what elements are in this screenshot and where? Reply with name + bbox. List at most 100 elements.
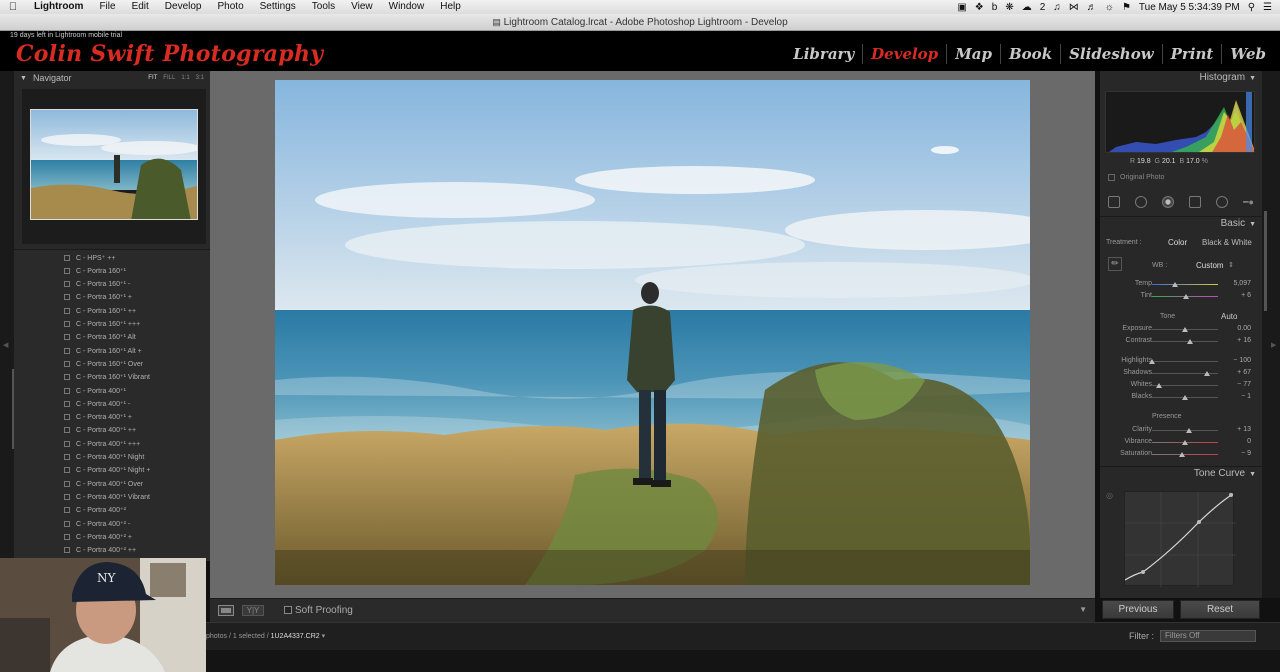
graduated-filter-tool-icon[interactable] <box>1189 196 1202 208</box>
menu-settings[interactable]: Settings <box>252 0 304 14</box>
module-print[interactable]: Print <box>1161 44 1222 64</box>
preset-item[interactable]: C - Portra 400⁺¹ Vibrant <box>64 490 150 503</box>
slider-handle-temp[interactable] <box>1172 282 1179 287</box>
basic-header[interactable]: Basic ▼ <box>1100 216 1262 230</box>
camera-icon[interactable]: ▣ <box>957 2 966 13</box>
menu-window[interactable]: Window <box>381 0 433 14</box>
module-map[interactable]: Map <box>946 44 1000 64</box>
wb-value[interactable]: Custom <box>1196 261 1224 270</box>
preset-item[interactable]: C - Portra 400⁺² ++ <box>64 544 136 557</box>
preset-item[interactable]: C - Portra 400⁺¹ - <box>64 397 130 410</box>
slider-value-shadows[interactable]: + 67 <box>1211 369 1251 376</box>
module-develop[interactable]: Develop <box>862 44 946 64</box>
zoom-3-1[interactable]: 3:1 <box>196 75 204 81</box>
tone-auto-button[interactable]: Auto <box>1221 312 1237 321</box>
preset-item[interactable]: C - Portra 400⁺² <box>64 504 126 517</box>
menu-tools[interactable]: Tools <box>304 0 343 14</box>
spotlight-search-icon[interactable]: ⚲ <box>1248 2 1255 13</box>
preset-item[interactable]: C - Portra 400⁺¹ +++ <box>64 437 140 450</box>
slider-value-blacks[interactable]: − 1 <box>1211 393 1251 400</box>
slider-value-contrast[interactable]: + 16 <box>1211 337 1251 344</box>
slider-track-saturation[interactable] <box>1152 454 1218 455</box>
red-eye-tool-icon[interactable] <box>1162 196 1175 208</box>
treatment-color[interactable]: Color <box>1168 238 1187 247</box>
menu-file[interactable]: File <box>91 0 123 14</box>
histogram-graph[interactable] <box>1105 91 1255 153</box>
right-panel-toggle-icon[interactable]: ▶ <box>1271 341 1276 349</box>
slider-track-temp[interactable] <box>1152 284 1218 285</box>
preset-item[interactable]: C - Portra 160⁺¹ ++ <box>64 304 136 317</box>
soft-proofing-checkbox[interactable] <box>284 606 292 614</box>
module-library[interactable]: Library <box>785 44 862 64</box>
collapse-triangle-icon[interactable]: ▼ <box>1249 471 1256 478</box>
menu-app-name[interactable]: Lightroom <box>26 0 91 14</box>
module-slideshow[interactable]: Slideshow <box>1060 44 1162 64</box>
slider-track-contrast[interactable] <box>1152 341 1218 342</box>
slider-value-temp[interactable]: 5,097 <box>1211 280 1251 287</box>
preset-item[interactable]: C - Portra 400⁺¹ ++ <box>64 424 136 437</box>
zoom-fit[interactable]: FIT <box>148 75 157 81</box>
wifi-icon[interactable]: ☼ <box>1105 2 1114 13</box>
before-after-button[interactable]: Y|Y <box>242 605 264 616</box>
slider-handle-clarity[interactable] <box>1185 428 1192 433</box>
slider-handle-blacks[interactable] <box>1182 395 1188 400</box>
slider-value-exposure[interactable]: 0.00 <box>1211 325 1251 332</box>
preset-item[interactable]: C - Portra 400⁺¹ Over <box>64 477 143 490</box>
slider-handle-highlights[interactable] <box>1149 359 1155 364</box>
collapse-triangle-icon[interactable]: ▼ <box>20 75 27 82</box>
slider-handle-saturation[interactable] <box>1178 452 1185 457</box>
preset-item[interactable]: C - Portra 400⁺² - <box>64 517 130 530</box>
slider-value-highlights[interactable]: − 100 <box>1211 357 1251 364</box>
collapse-triangle-icon[interactable]: ▼ <box>1249 75 1256 82</box>
flag-icon[interactable]: ⚑ <box>1122 2 1131 13</box>
slider-handle-shadows[interactable] <box>1203 371 1210 376</box>
preset-item[interactable]: C - Portra 160⁺¹ <box>64 264 126 277</box>
navigator-header[interactable]: ▼ Navigator FIT FILL 1:1 3:1 <box>14 71 210 85</box>
original-photo-toggle[interactable]: Original Photo <box>1108 174 1164 181</box>
tone-curve-graph[interactable] <box>1124 491 1235 587</box>
menu-edit[interactable]: Edit <box>124 0 157 14</box>
slider-track-highlights[interactable] <box>1152 361 1218 362</box>
preset-item[interactable]: C - Portra 160⁺¹ - <box>64 278 130 291</box>
slider-handle-contrast[interactable] <box>1187 339 1194 344</box>
fan-icon[interactable]: ❋ <box>1005 2 1013 13</box>
bitly-icon[interactable]: b <box>992 2 998 13</box>
tone-curve-header[interactable]: Tone Curve ▼ <box>1100 466 1262 480</box>
trial-notice[interactable]: 19 days left in Lightroom mobile trial <box>10 32 122 39</box>
module-book[interactable]: Book <box>1000 44 1060 64</box>
preset-item[interactable]: C - Portra 400⁺¹ <box>64 384 126 397</box>
notification-list-icon[interactable]: ☰ <box>1263 2 1272 13</box>
slider-value-whites[interactable]: − 77 <box>1211 381 1251 388</box>
loupe-view-button[interactable] <box>218 605 234 616</box>
preset-item[interactable]: C - Portra 160⁺¹ Over <box>64 357 143 370</box>
zoom-1-1[interactable]: 1:1 <box>181 75 189 81</box>
reset-button[interactable]: Reset <box>1180 600 1260 619</box>
filmstrip-info[interactable]: photos / 1 selected / 1U2A4337.CR2 ▾ <box>206 632 325 640</box>
dropbox-icon[interactable]: ❖ <box>975 2 984 13</box>
slider-value-clarity[interactable]: + 13 <box>1211 426 1251 433</box>
previous-button[interactable]: Previous <box>1102 600 1174 619</box>
bluetooth-icon[interactable]: ⋈ <box>1069 2 1079 13</box>
navigator-thumbnail[interactable] <box>30 109 198 220</box>
menu-develop[interactable]: Develop <box>157 0 210 14</box>
radial-filter-tool-icon[interactable] <box>1216 196 1229 208</box>
slider-value-vibrance[interactable]: 0 <box>1211 438 1251 445</box>
left-panel-toggle-icon[interactable]: ◀ <box>3 341 8 349</box>
filename-dropdown-icon[interactable]: ▾ <box>322 633 326 640</box>
zoom-fill[interactable]: FILL <box>163 75 175 81</box>
preset-item[interactable]: C - Portra 160⁺¹ Alt <box>64 331 136 344</box>
adjustment-brush-tool-icon[interactable]: ━● <box>1243 197 1254 208</box>
wb-dropdown-icon[interactable]: ⇕ <box>1228 261 1234 269</box>
preset-item[interactable]: C - Portra 160⁺¹ Vibrant <box>64 371 150 384</box>
original-photo-checkbox[interactable] <box>1108 174 1115 181</box>
music-icon[interactable]: ♫ <box>1053 2 1061 13</box>
main-photo[interactable] <box>275 80 1030 585</box>
preset-item[interactable]: C - Portra 160⁺¹ Alt + <box>64 344 142 357</box>
cloud-icon[interactable]: ☁ <box>1022 2 1032 13</box>
preset-item[interactable]: C - Portra 160⁺¹ + <box>64 291 132 304</box>
preset-item[interactable]: C - Portra 400⁺¹ Night <box>64 451 144 464</box>
filter-select[interactable]: Filters Off <box>1160 630 1256 642</box>
apple-icon[interactable]:  <box>0 1 26 13</box>
wb-eyedropper-icon[interactable]: ✏ <box>1108 257 1122 271</box>
right-panel-scrollbar[interactable] <box>1264 211 1267 311</box>
